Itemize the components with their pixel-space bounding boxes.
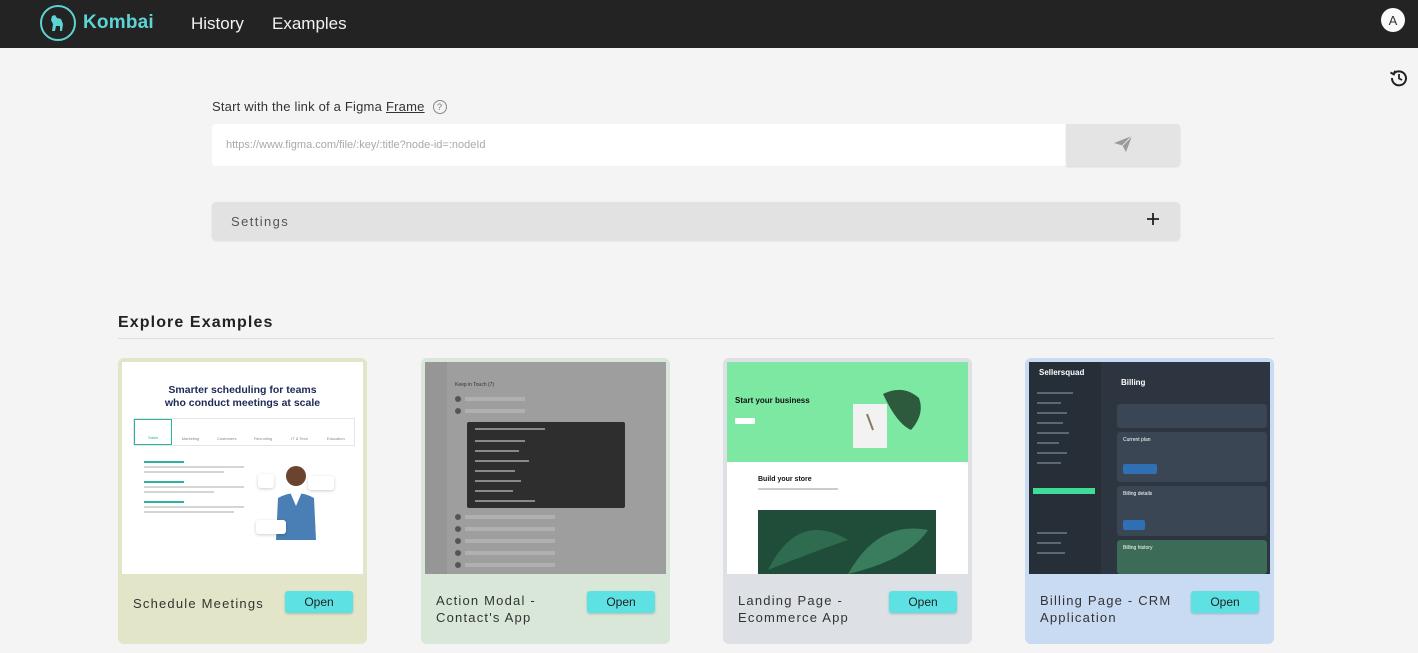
send-icon [1113,135,1133,156]
open-button[interactable]: Open [587,591,655,613]
avatar[interactable]: A [1381,8,1405,32]
brand-logo[interactable]: Kombai [40,5,154,41]
dog-logo-icon [40,5,76,41]
card-title: Action Modal - Contact's App [436,593,536,625]
card-thumbnail: Smarter scheduling for teams who conduct… [122,362,363,574]
card-thumbnail: Keep in Touch (7) [425,362,666,574]
open-button[interactable]: Open [1191,591,1259,613]
example-card-landing-page[interactable]: Start your business Build your store Lan… [723,358,972,644]
plant-icon [853,389,921,448]
help-icon[interactable]: ? [432,99,447,114]
frame-link[interactable]: Frame [386,99,425,114]
top-bar: Kombai History Examples A [0,0,1418,48]
modal-preview [467,422,625,508]
example-card-action-modal[interactable]: Keep in Touch (7) Action Modal - Contact… [421,358,670,644]
card-title: Schedule Meetings [133,596,264,611]
examples-heading: Explore Examples [118,314,274,331]
brand-name: Kombai [83,12,154,33]
leaf-image [758,510,936,574]
open-button[interactable]: Open [285,591,353,613]
open-button[interactable]: Open [889,591,957,613]
plus-icon[interactable] [1146,212,1160,226]
nav-examples[interactable]: Examples [272,14,347,34]
settings-label: Settings [231,214,290,229]
card-thumbnail: Sellersquad Billing Current plan Billing… [1029,362,1270,574]
settings-accordion[interactable]: Settings [212,202,1180,240]
thumbnail-heading: Smarter scheduling for teams who conduct… [164,384,321,409]
thumbnail-tabs: Sales Marketing Customers Recruiting IT … [133,418,355,446]
figma-link-label-text: Start with the link of a Figma [212,99,383,114]
example-card-schedule-meetings[interactable]: Smarter scheduling for teams who conduct… [118,358,367,644]
figma-link-label: Start with the link of a Figma Frame ? [212,99,447,114]
card-title: Landing Page - Ecommerce App [738,593,849,625]
submit-button[interactable] [1066,124,1180,166]
divider [118,338,1274,339]
example-card-billing-page[interactable]: Sellersquad Billing Current plan Billing… [1025,358,1274,644]
figma-url-input[interactable] [212,124,1066,166]
hero-preview [727,362,968,462]
history-icon[interactable] [1389,68,1409,88]
card-thumbnail: Start your business Build your store [727,362,968,574]
card-title: Billing Page - CRM Application [1040,593,1172,625]
nav-history[interactable]: History [191,14,244,34]
thumbnail-text-lines [144,458,244,516]
